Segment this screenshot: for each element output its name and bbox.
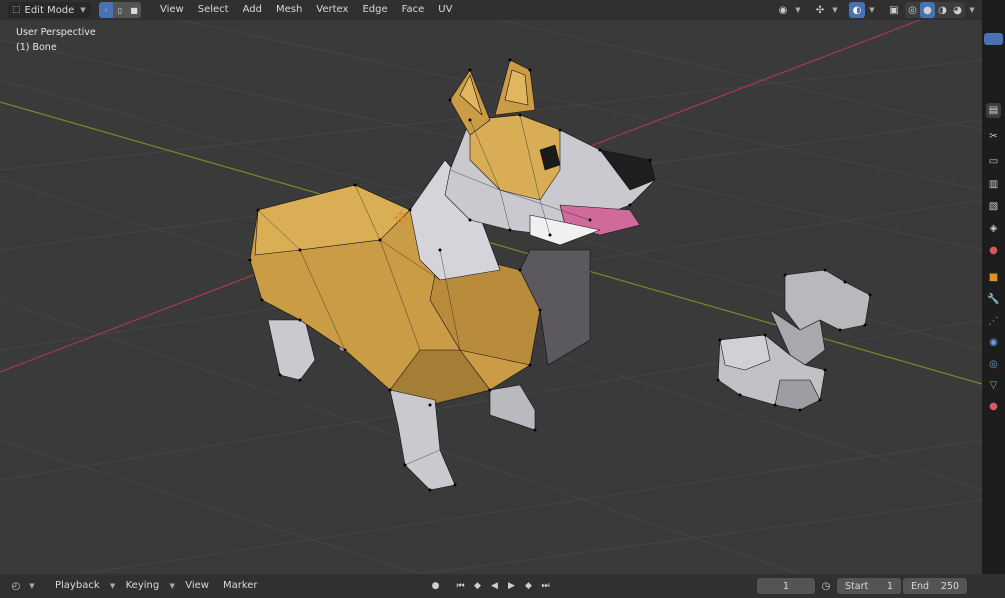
shading-modes: ◎ ● ◑ ◕ bbox=[905, 2, 965, 18]
chevron-down-icon[interactable]: ▼ bbox=[868, 6, 876, 14]
solid-icon[interactable]: ● bbox=[920, 2, 935, 18]
viewport-header: ⬚ Edit Mode ▼ ◦ ▯ ■ View Select Add Mesh… bbox=[0, 0, 982, 20]
start-value: 1 bbox=[886, 580, 893, 592]
particles-icon[interactable]: ⋰ bbox=[986, 314, 1001, 329]
chevron-down-icon[interactable]: ▼ bbox=[831, 6, 839, 14]
face-select-icon: ■ bbox=[130, 5, 138, 15]
current-frame-field[interactable]: 1 bbox=[757, 578, 815, 594]
bone-mesh bbox=[717, 269, 871, 411]
vertex-select-icon: ◦ bbox=[103, 5, 109, 15]
active-object-label: (1) Bone bbox=[16, 42, 57, 53]
gizmo-icon[interactable]: ✣ bbox=[812, 2, 828, 18]
record-icon[interactable]: ● bbox=[428, 578, 443, 594]
scene-icon[interactable]: ◈ bbox=[986, 221, 1001, 236]
chevron-down-icon: ▼ bbox=[169, 582, 175, 590]
play-reverse-icon[interactable]: ◀ bbox=[487, 578, 502, 594]
menu-mesh[interactable]: Mesh bbox=[271, 2, 307, 18]
menu-uv[interactable]: UV bbox=[433, 2, 457, 18]
clock-icon[interactable]: ◷ bbox=[818, 578, 834, 594]
data-icon[interactable]: ▽ bbox=[986, 378, 1001, 393]
tool-icon[interactable]: ▤ bbox=[986, 103, 1001, 118]
chevron-down-icon[interactable]: ▼ bbox=[794, 6, 802, 14]
rendered-icon[interactable]: ◕ bbox=[950, 2, 965, 18]
vertex-select-button[interactable]: ◦ bbox=[99, 2, 113, 18]
eye-icon[interactable]: ◉ bbox=[775, 2, 791, 18]
sidebar-toggle-icon[interactable] bbox=[984, 33, 1003, 45]
output-icon[interactable]: ▥ bbox=[986, 177, 1001, 192]
jump-end-icon[interactable]: ⏭ bbox=[538, 578, 553, 594]
prev-keyframe-icon[interactable]: ◆ bbox=[470, 578, 485, 594]
start-frame-field[interactable]: Start 1 bbox=[837, 578, 901, 594]
face-select-button[interactable]: ■ bbox=[127, 2, 141, 18]
menu-marker[interactable]: Marker bbox=[218, 578, 263, 594]
end-frame-field[interactable]: End 250 bbox=[903, 578, 967, 594]
menu-view[interactable]: View bbox=[155, 2, 189, 18]
material-icon[interactable]: ◑ bbox=[935, 2, 950, 18]
jump-start-icon[interactable]: ⏮ bbox=[453, 578, 468, 594]
timeline-editor-icon[interactable]: ◴ bbox=[8, 578, 24, 594]
menu-keying[interactable]: Keying bbox=[121, 578, 165, 594]
menu-view-timeline[interactable]: View bbox=[180, 578, 214, 594]
viewport-canvas[interactable] bbox=[0, 20, 982, 574]
modifier-icon[interactable]: 🔧 bbox=[986, 292, 1001, 307]
corgi-mesh bbox=[249, 59, 656, 491]
mode-dropdown[interactable]: ⬚ Edit Mode ▼ bbox=[8, 2, 91, 18]
wireframe-icon[interactable]: ◎ bbox=[905, 2, 920, 18]
start-label: Start bbox=[845, 580, 869, 592]
overlay-icon[interactable]: ◐ bbox=[849, 2, 865, 18]
menu-vertex[interactable]: Vertex bbox=[311, 2, 353, 18]
object-icon[interactable]: ■ bbox=[986, 270, 1001, 285]
menu-select[interactable]: Select bbox=[193, 2, 234, 18]
menu-playback[interactable]: Playback bbox=[50, 578, 105, 594]
chevron-down-icon: ▼ bbox=[80, 6, 86, 14]
select-mode-group: ◦ ▯ ■ bbox=[99, 2, 141, 18]
mode-label: Edit Mode bbox=[24, 4, 75, 16]
material-tab-icon[interactable]: ● bbox=[986, 399, 1001, 414]
menu-add[interactable]: Add bbox=[238, 2, 267, 18]
perspective-label: User Perspective bbox=[16, 27, 96, 38]
play-icon[interactable]: ▶ bbox=[504, 578, 519, 594]
edge-select-button[interactable]: ▯ bbox=[113, 2, 127, 18]
mesh-editor-icon: ⬚ bbox=[12, 5, 21, 15]
world-icon[interactable]: ● bbox=[986, 243, 1001, 258]
constraints-icon[interactable]: ◎ bbox=[986, 357, 1001, 372]
properties-tab-bar: ▤ ✂ ▭ ▥ ▧ ◈ ● ■ 🔧 ⋰ ◉ ◎ ▽ ● bbox=[982, 0, 1005, 574]
3d-viewport[interactable]: User Perspective (1) Bone bbox=[0, 20, 982, 574]
chevron-down-icon[interactable]: ▼ bbox=[28, 582, 36, 590]
playback-controls: ● ⏮ ◆ ◀ ▶ ◆ ⏭ bbox=[428, 578, 553, 594]
physics-icon[interactable]: ◉ bbox=[986, 335, 1001, 350]
chevron-down-icon[interactable]: ▼ bbox=[968, 6, 976, 14]
timeline-header: ◴ ▼ Playback ▼ Keying ▼ View Marker ● ⏮ … bbox=[0, 574, 1005, 598]
end-value: 250 bbox=[940, 580, 959, 592]
xray-icon[interactable]: ▣ bbox=[886, 2, 902, 18]
chevron-down-icon: ▼ bbox=[109, 582, 116, 590]
header-tools: ◉ ▼ ✣ ▼ ◐ ▼ ▣ ◎ ● ◑ ◕ ▼ bbox=[775, 2, 976, 18]
menu-face[interactable]: Face bbox=[397, 2, 430, 18]
view-layer-icon[interactable]: ▧ bbox=[986, 199, 1001, 214]
end-label: End bbox=[911, 580, 930, 592]
render-icon[interactable]: ▭ bbox=[986, 154, 1001, 169]
active-tool-icon[interactable]: ✂ bbox=[986, 129, 1001, 144]
next-keyframe-icon[interactable]: ◆ bbox=[521, 578, 536, 594]
edge-select-icon: ▯ bbox=[117, 5, 123, 15]
menu-edge[interactable]: Edge bbox=[357, 2, 392, 18]
